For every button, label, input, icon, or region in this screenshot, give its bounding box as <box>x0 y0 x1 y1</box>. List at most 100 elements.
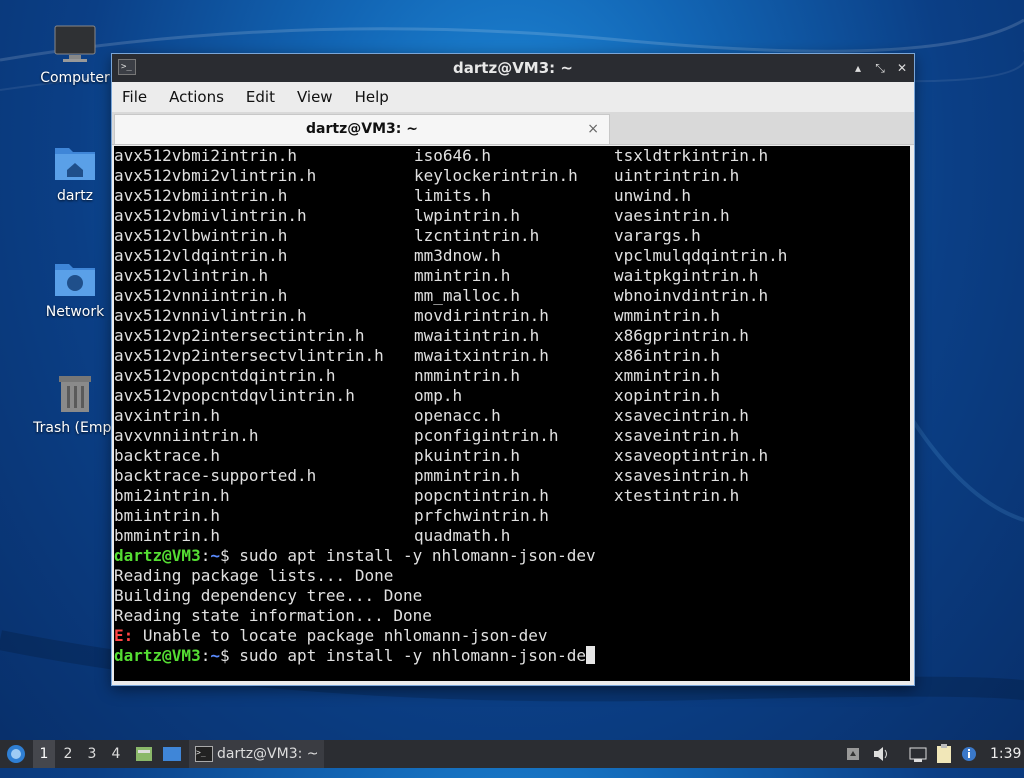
menu-edit[interactable]: Edit <box>246 88 275 106</box>
menu-view[interactable]: View <box>297 88 333 106</box>
file-entry: uintrintrin.h <box>614 166 740 185</box>
file-entry: avxvnniintrin.h <box>114 426 259 445</box>
file-entry: mwaitintrin.h <box>414 326 540 345</box>
error-line: E: Unable to locate package nhlomann-jso… <box>114 626 547 646</box>
file-entry: bmiintrin.h <box>114 506 220 525</box>
file-entry: waitpkgintrin.h <box>614 266 759 285</box>
desktop-icon <box>163 747 181 761</box>
file-entry: backtrace-supported.h <box>114 466 317 485</box>
prompt-symbol: $ <box>219 546 230 565</box>
volume-control[interactable] <box>872 740 890 768</box>
file-entry: avxintrin.h <box>114 406 220 425</box>
file-entry: x86intrin.h <box>614 346 720 365</box>
file-entry: pconfigintrin.h <box>414 426 559 445</box>
home-folder-icon <box>53 140 97 184</box>
file-entry: keylockerintrin.h <box>414 166 578 185</box>
file-entry: xsavecintrin.h <box>614 406 749 425</box>
file-entry: mm3dnow.h <box>414 246 501 265</box>
file-entry: wbnoinvdintrin.h <box>614 286 769 305</box>
file-entry: limits.h <box>414 186 492 205</box>
terminal-output[interactable]: avx512vbmi2intrin.h avx512vbmi2vlintrin.h… <box>114 146 910 681</box>
prompt-user: dartz@VM3 <box>114 646 201 665</box>
close-button[interactable]: ✕ <box>894 60 910 76</box>
monitor-icon <box>53 22 97 66</box>
file-entry: varargs.h <box>614 226 701 245</box>
prompt-line: dartz@VM3:~$ sudo apt install -y nhloman… <box>114 646 596 666</box>
menu-help[interactable]: Help <box>355 88 389 106</box>
file-entry: mmintrin.h <box>414 266 511 285</box>
prompt-path: ~ <box>210 546 220 565</box>
file-entry: backtrace.h <box>114 446 220 465</box>
maximize-button[interactable]: ⤡ <box>872 60 888 76</box>
notification-indicator[interactable] <box>960 740 978 768</box>
network-icon <box>909 747 927 762</box>
file-entry: mm_malloc.h <box>414 286 520 305</box>
file-entry: xsavesintrin.h <box>614 466 749 485</box>
network-folder-icon <box>53 256 97 300</box>
file-manager-launcher[interactable] <box>134 740 154 768</box>
file-entry: avx512vbmivlintrin.h <box>114 206 307 225</box>
file-entry: xsaveoptintrin.h <box>614 446 769 465</box>
workspace-1[interactable]: 1 <box>33 740 55 768</box>
minimize-button[interactable]: ▴ <box>850 60 866 76</box>
file-entry: avx512vnnivlintrin.h <box>114 306 307 325</box>
clock[interactable]: 1:39 <box>990 740 1021 768</box>
command-text: sudo apt install -y nhlomann-json-dev <box>229 546 596 565</box>
clipboard-indicator[interactable] <box>934 740 954 768</box>
file-entry: xtestintrin.h <box>614 486 740 505</box>
eject-icon <box>847 748 859 760</box>
output-line: Reading state information... Done <box>114 606 432 625</box>
tray-up-arrow[interactable] <box>846 740 860 768</box>
file-entry: bmmintrin.h <box>114 526 220 545</box>
prompt-symbol: $ <box>219 646 230 665</box>
file-entry: avx512vp2intersectintrin.h <box>114 326 365 345</box>
file-entry: openacc.h <box>414 406 501 425</box>
error-prefix: E: <box>114 626 134 645</box>
menu-actions[interactable]: Actions <box>169 88 224 106</box>
network-indicator[interactable] <box>908 740 928 768</box>
file-entry: xsaveintrin.h <box>614 426 740 445</box>
file-entry: tsxldtrkintrin.h <box>614 146 769 165</box>
file-entry: avx512vlbwintrin.h <box>114 226 288 245</box>
file-entry: avx512vpopcntdqintrin.h <box>114 366 336 385</box>
file-entry: prfchwintrin.h <box>414 506 549 525</box>
prompt-separator: : <box>200 646 211 665</box>
lubuntu-logo-icon <box>7 745 25 763</box>
file-entry: xmmintrin.h <box>614 366 720 385</box>
file-entry: avx512vpopcntdqvlintrin.h <box>114 386 355 405</box>
file-entry: lzcntintrin.h <box>414 226 540 245</box>
window-titlebar[interactable]: >_ dartz@VM3: ~ ▴ ⤡ ✕ <box>112 54 914 82</box>
file-entry: vpclmulqdqintrin.h <box>614 246 788 265</box>
tab-label: dartz@VM3: ~ <box>306 121 418 137</box>
file-entry: avx512vbmi2vlintrin.h <box>114 166 317 185</box>
show-desktop-button[interactable] <box>161 740 183 768</box>
tab-bar: dartz@VM3: ~ × <box>112 112 914 145</box>
file-entry: pmmintrin.h <box>414 466 520 485</box>
terminal-task-icon: >_ <box>195 746 213 762</box>
terminal-window: >_ dartz@VM3: ~ ▴ ⤡ ✕ File Actions Edit … <box>111 53 915 686</box>
file-entry: vaesintrin.h <box>614 206 730 225</box>
workspace-3[interactable]: 3 <box>81 740 103 768</box>
speaker-icon <box>874 747 887 761</box>
tab-terminal[interactable]: dartz@VM3: ~ × <box>114 114 610 144</box>
command-text: sudo apt install -y nhlomann-json-de <box>229 646 587 665</box>
menu-file[interactable]: File <box>122 88 147 106</box>
file-entry: lwpintrin.h <box>414 206 520 225</box>
workspace-2[interactable]: 2 <box>57 740 79 768</box>
text-cursor <box>586 646 596 664</box>
file-entry: mwaitxintrin.h <box>414 346 549 365</box>
prompt-line: dartz@VM3:~$ sudo apt install -y nhloman… <box>114 546 596 566</box>
start-menu-button[interactable] <box>4 740 30 768</box>
file-entry: quadmath.h <box>414 526 511 545</box>
file-entry: xopintrin.h <box>614 386 720 405</box>
file-entry: popcntintrin.h <box>414 486 549 505</box>
prompt-user: dartz@VM3 <box>114 546 201 565</box>
taskbar-terminal-button[interactable]: >_ dartz@VM3: ~ <box>189 740 324 768</box>
file-entry: omp.h <box>414 386 463 405</box>
menu-bar: File Actions Edit View Help <box>112 82 914 112</box>
file-entry: wmmintrin.h <box>614 306 720 325</box>
tab-close-button[interactable]: × <box>587 115 599 143</box>
output-line: Reading package lists... Done <box>114 566 394 585</box>
workspace-4[interactable]: 4 <box>105 740 127 768</box>
prompt-path: ~ <box>210 646 220 665</box>
